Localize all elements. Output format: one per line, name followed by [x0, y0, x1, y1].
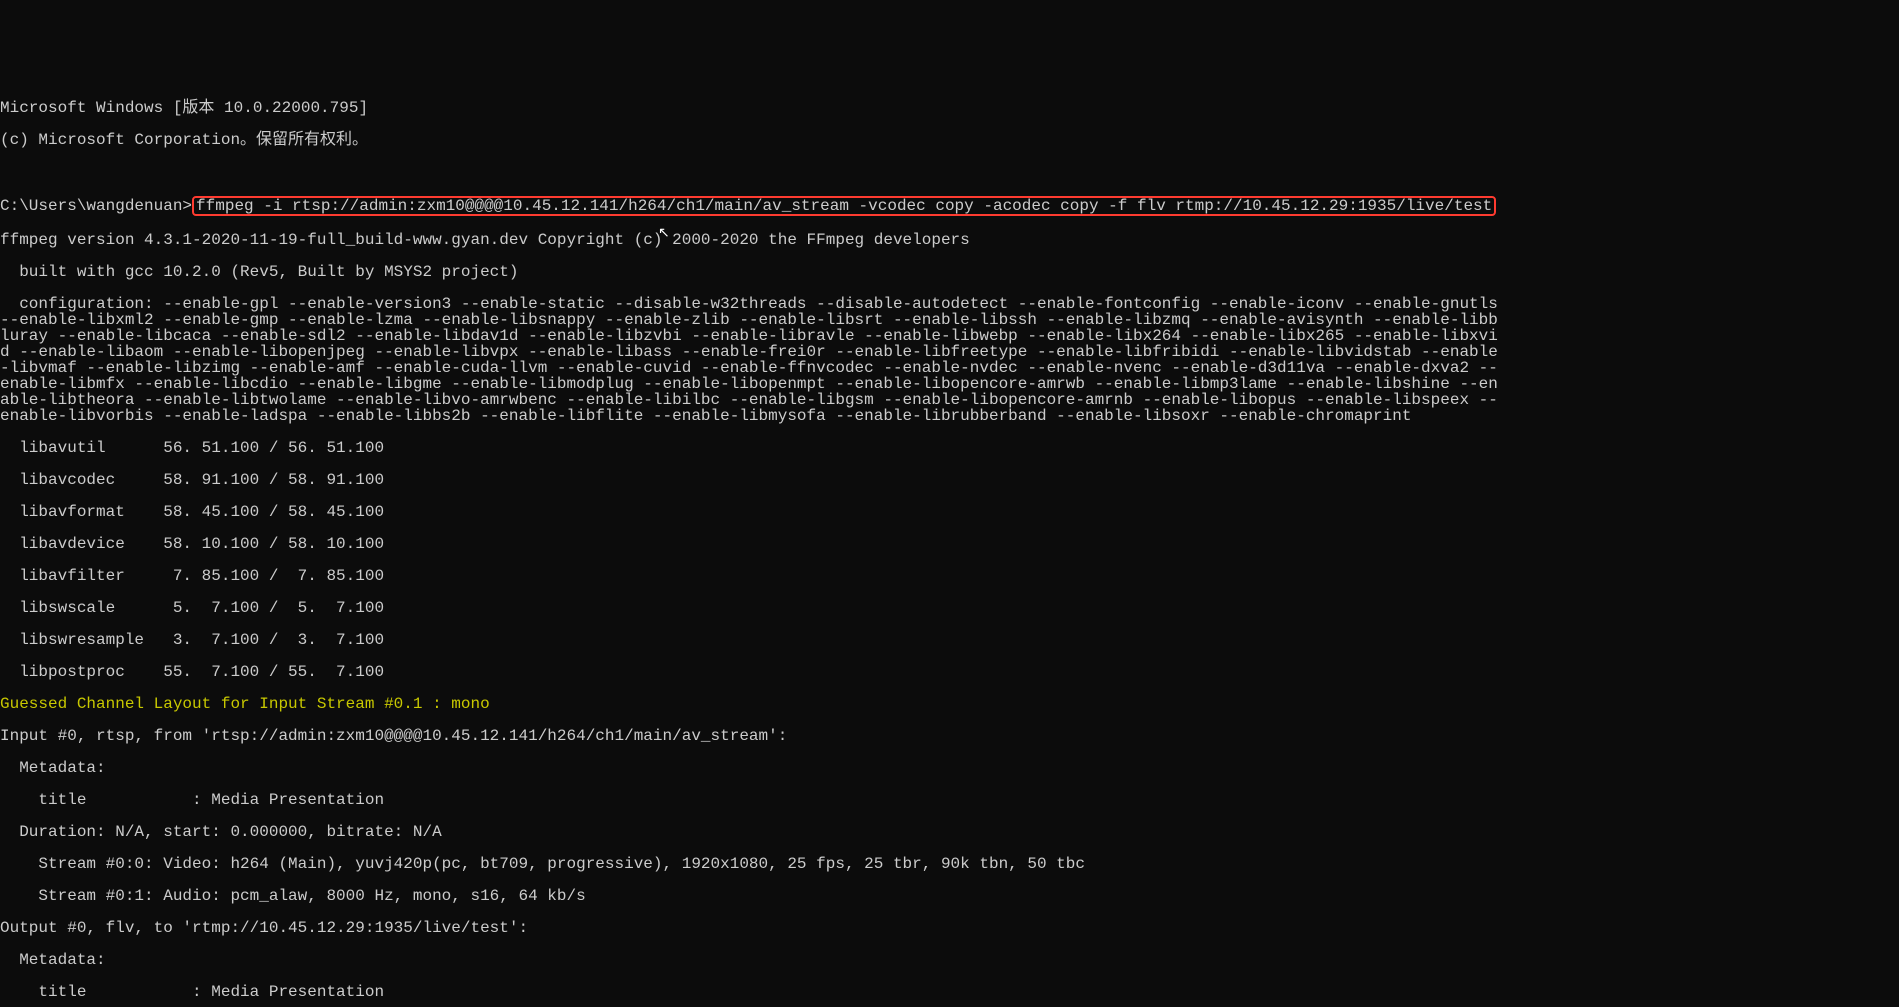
lib-line: libavcodec 58. 91.100 / 58. 91.100: [0, 472, 1899, 488]
metadata-label: Metadata:: [0, 952, 1899, 968]
terminal-output[interactable]: Microsoft Windows [版本 10.0.22000.795] (c…: [0, 80, 1899, 1007]
prompt-prefix: C:\Users\wangdenuan>: [0, 197, 192, 215]
output-header-line: Output #0, flv, to 'rtmp://10.45.12.29:1…: [0, 920, 1899, 936]
lib-line: libswscale 5. 7.100 / 5. 7.100: [0, 600, 1899, 616]
title-line: title : Media Presentation: [0, 792, 1899, 808]
blank-line: [0, 164, 1899, 180]
input-stream-1: Stream #0:1: Audio: pcm_alaw, 8000 Hz, m…: [0, 888, 1899, 904]
lib-line: libavfilter 7. 85.100 / 7. 85.100: [0, 568, 1899, 584]
windows-version-line: Microsoft Windows [版本 10.0.22000.795]: [0, 100, 1899, 116]
lib-line: libavutil 56. 51.100 / 56. 51.100: [0, 440, 1899, 456]
input-stream-0: Stream #0:0: Video: h264 (Main), yuvj420…: [0, 856, 1899, 872]
lib-line: libavformat 58. 45.100 / 58. 45.100: [0, 504, 1899, 520]
duration-line: Duration: N/A, start: 0.000000, bitrate:…: [0, 824, 1899, 840]
ffmpeg-built-line: built with gcc 10.2.0 (Rev5, Built by MS…: [0, 264, 1899, 280]
input-header-line: Input #0, rtsp, from 'rtsp://admin:zxm10…: [0, 728, 1899, 744]
metadata-label: Metadata:: [0, 760, 1899, 776]
copyright-line: (c) Microsoft Corporation。保留所有权利。: [0, 132, 1899, 148]
ffmpeg-config-line: configuration: --enable-gpl --enable-ver…: [0, 296, 1500, 424]
lib-line: libavdevice 58. 10.100 / 58. 10.100: [0, 536, 1899, 552]
command-prompt-line[interactable]: C:\Users\wangdenuan>ffmpeg -i rtsp://adm…: [0, 196, 1899, 216]
lib-line: libpostproc 55. 7.100 / 55. 7.100: [0, 664, 1899, 680]
highlighted-command: ffmpeg -i rtsp://admin:zxm10@@@@10.45.12…: [192, 196, 1496, 216]
title-line: title : Media Presentation: [0, 984, 1899, 1000]
lib-line: libswresample 3. 7.100 / 3. 7.100: [0, 632, 1899, 648]
guessed-channel-line: Guessed Channel Layout for Input Stream …: [0, 696, 1899, 712]
ffmpeg-version-line: ffmpeg version 4.3.1-2020-11-19-full_bui…: [0, 232, 1899, 248]
